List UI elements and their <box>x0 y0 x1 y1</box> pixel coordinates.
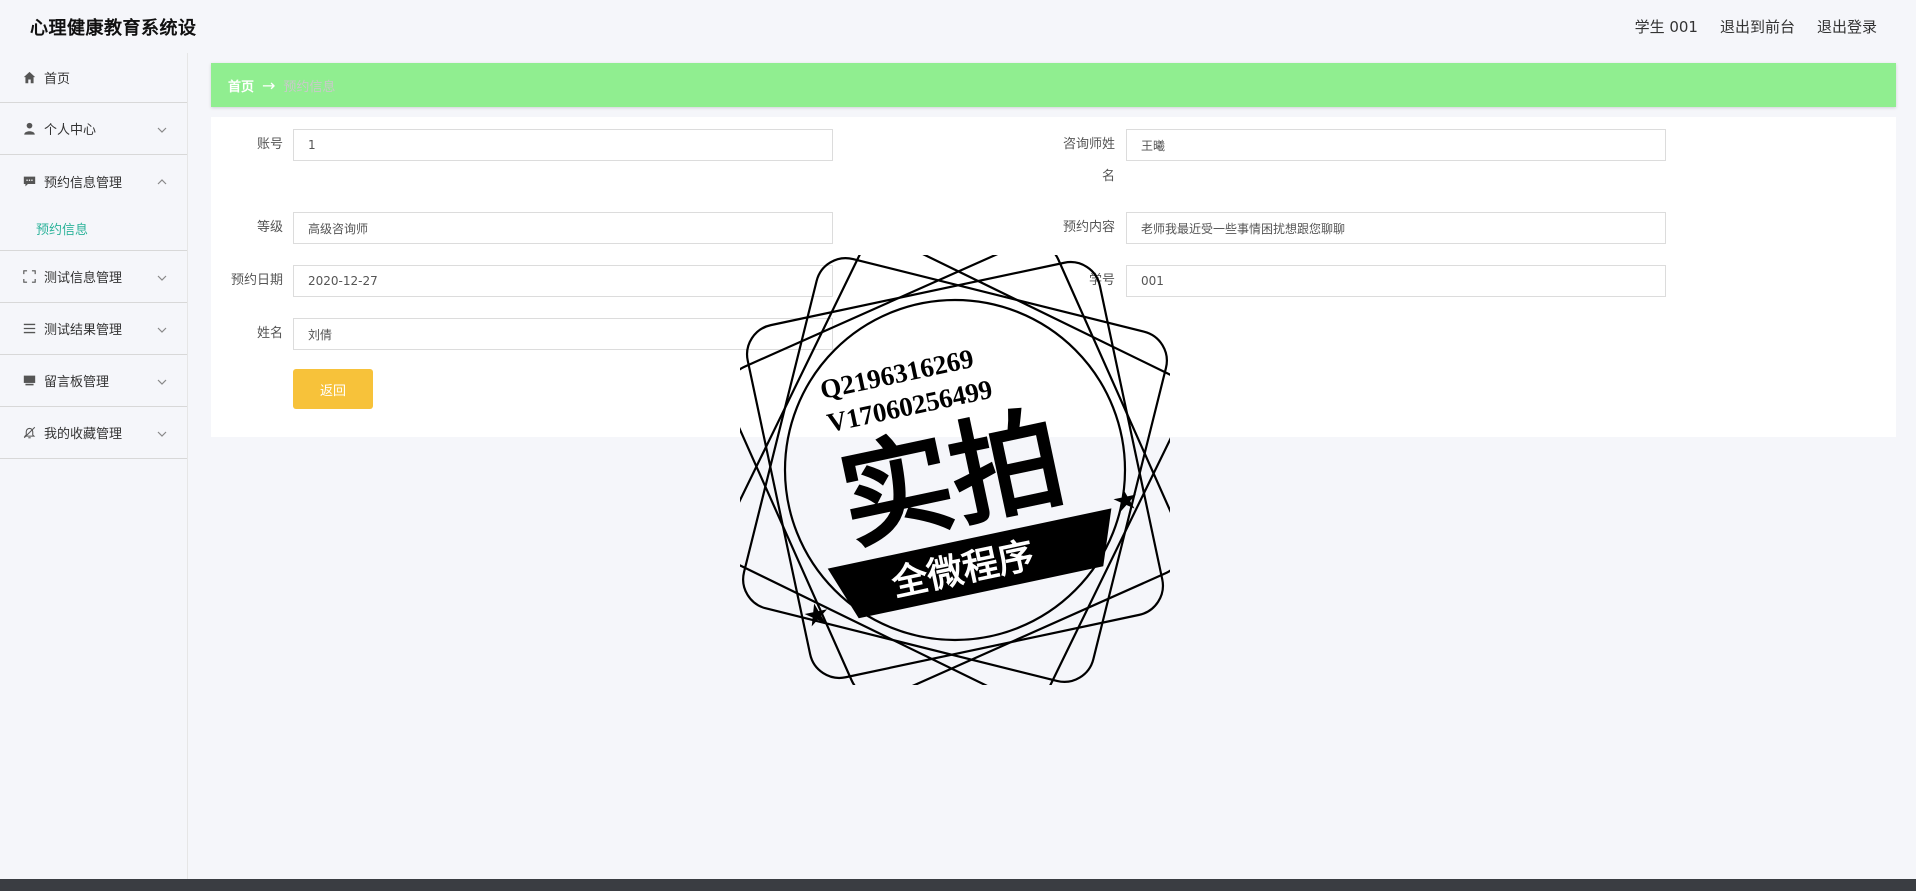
level-field[interactable] <box>293 212 833 244</box>
appointment-detail-form: 账号 咨询师姓 名 等级 预约内容 预约日期 学号 姓名 返回 <box>211 117 1896 437</box>
sidebar-item-label: 首页 <box>44 72 71 87</box>
header-actions: 学生 001 退出到前台 退出登录 <box>1635 16 1877 37</box>
back-button[interactable]: 返回 <box>293 369 373 409</box>
star-icon: ★ <box>1109 481 1143 521</box>
sidebar-item-label: 测试信息管理 <box>44 271 123 286</box>
chevron-down-icon <box>157 324 167 334</box>
chevron-down-icon <box>157 272 167 282</box>
user-icon <box>22 122 36 136</box>
counselor-name-label: 咨询师姓 <box>1043 129 1115 161</box>
level-label: 等级 <box>256 220 283 235</box>
breadcrumb-separator: → <box>262 75 276 95</box>
content-label: 预约内容 <box>1062 220 1115 235</box>
sidebar-item-test-results[interactable]: 测试结果管理 <box>0 303 187 355</box>
bell-off-icon <box>22 426 36 440</box>
account-label: 账号 <box>256 137 283 152</box>
sidebar-item-appointment[interactable]: 预约信息管理 <box>0 155 187 207</box>
breadcrumb-home[interactable]: 首页 <box>228 76 254 95</box>
account-field[interactable] <box>293 129 833 161</box>
top-header: 心理健康教育系统设 学生 001 退出到前台 退出登录 <box>0 0 1916 53</box>
counselor-name-label-line2: 名 <box>1101 169 1115 184</box>
student-no-label: 学号 <box>1088 273 1115 288</box>
breadcrumb: 首页 → 预约信息 <box>211 63 1896 107</box>
sidebar-item-label: 我的收藏管理 <box>44 427 123 442</box>
counselor-name-label-line1: 咨询师姓 <box>1062 137 1115 152</box>
star-icon: ★ <box>800 596 834 636</box>
sidebar-item-label: 个人中心 <box>44 123 97 138</box>
sidebar-item-label: 预约信息管理 <box>44 175 123 191</box>
student-no-field[interactable] <box>1126 265 1666 297</box>
date-field[interactable] <box>293 265 833 297</box>
board-icon <box>22 374 36 388</box>
sidebar-item-favorites[interactable]: 我的收藏管理 <box>0 407 187 459</box>
sidebar-subitem-appointment-info[interactable]: 预约信息 <box>0 207 187 251</box>
current-user[interactable]: 学生 001 <box>1635 16 1698 37</box>
counselor-name-field[interactable] <box>1126 129 1666 161</box>
counselor-name-label-wrap: 名 <box>1043 161 1115 193</box>
sidebar-item-test-info[interactable]: 测试信息管理 <box>0 251 187 303</box>
bottom-taskbar <box>0 879 1916 891</box>
name-field[interactable] <box>293 318 833 350</box>
chevron-down-icon <box>157 376 167 386</box>
breadcrumb-current: 预约信息 <box>283 79 336 95</box>
sidebar-group-appointment: 预约信息管理 预约信息 <box>0 155 187 251</box>
sidebar-item-label: 留言板管理 <box>44 375 110 390</box>
date-label: 预约日期 <box>230 273 283 288</box>
logout-link[interactable]: 退出登录 <box>1817 16 1877 37</box>
sidebar: 首页 个人中心 预约信息管理 预约信息 测试信息管理 测试结果管理 留言板管理 … <box>0 53 188 879</box>
sidebar-item-profile[interactable]: 个人中心 <box>0 103 187 155</box>
sidebar-item-message-board[interactable]: 留言板管理 <box>0 355 187 407</box>
message-icon <box>22 174 36 188</box>
chevron-down-icon <box>157 428 167 438</box>
sidebar-item-label: 测试结果管理 <box>44 323 123 338</box>
fullscreen-icon <box>22 270 36 284</box>
name-label: 姓名 <box>256 326 283 341</box>
list-icon <box>22 322 36 336</box>
watermark-banner: 全微程序 <box>887 534 1038 605</box>
sidebar-item-home[interactable]: 首页 <box>0 53 187 103</box>
home-icon <box>22 71 36 85</box>
chevron-up-icon <box>157 176 167 186</box>
chevron-down-icon <box>157 124 167 134</box>
app-title: 心理健康教育系统设 <box>30 17 197 39</box>
front-link[interactable]: 退出到前台 <box>1720 16 1795 37</box>
content-field[interactable] <box>1126 212 1666 244</box>
